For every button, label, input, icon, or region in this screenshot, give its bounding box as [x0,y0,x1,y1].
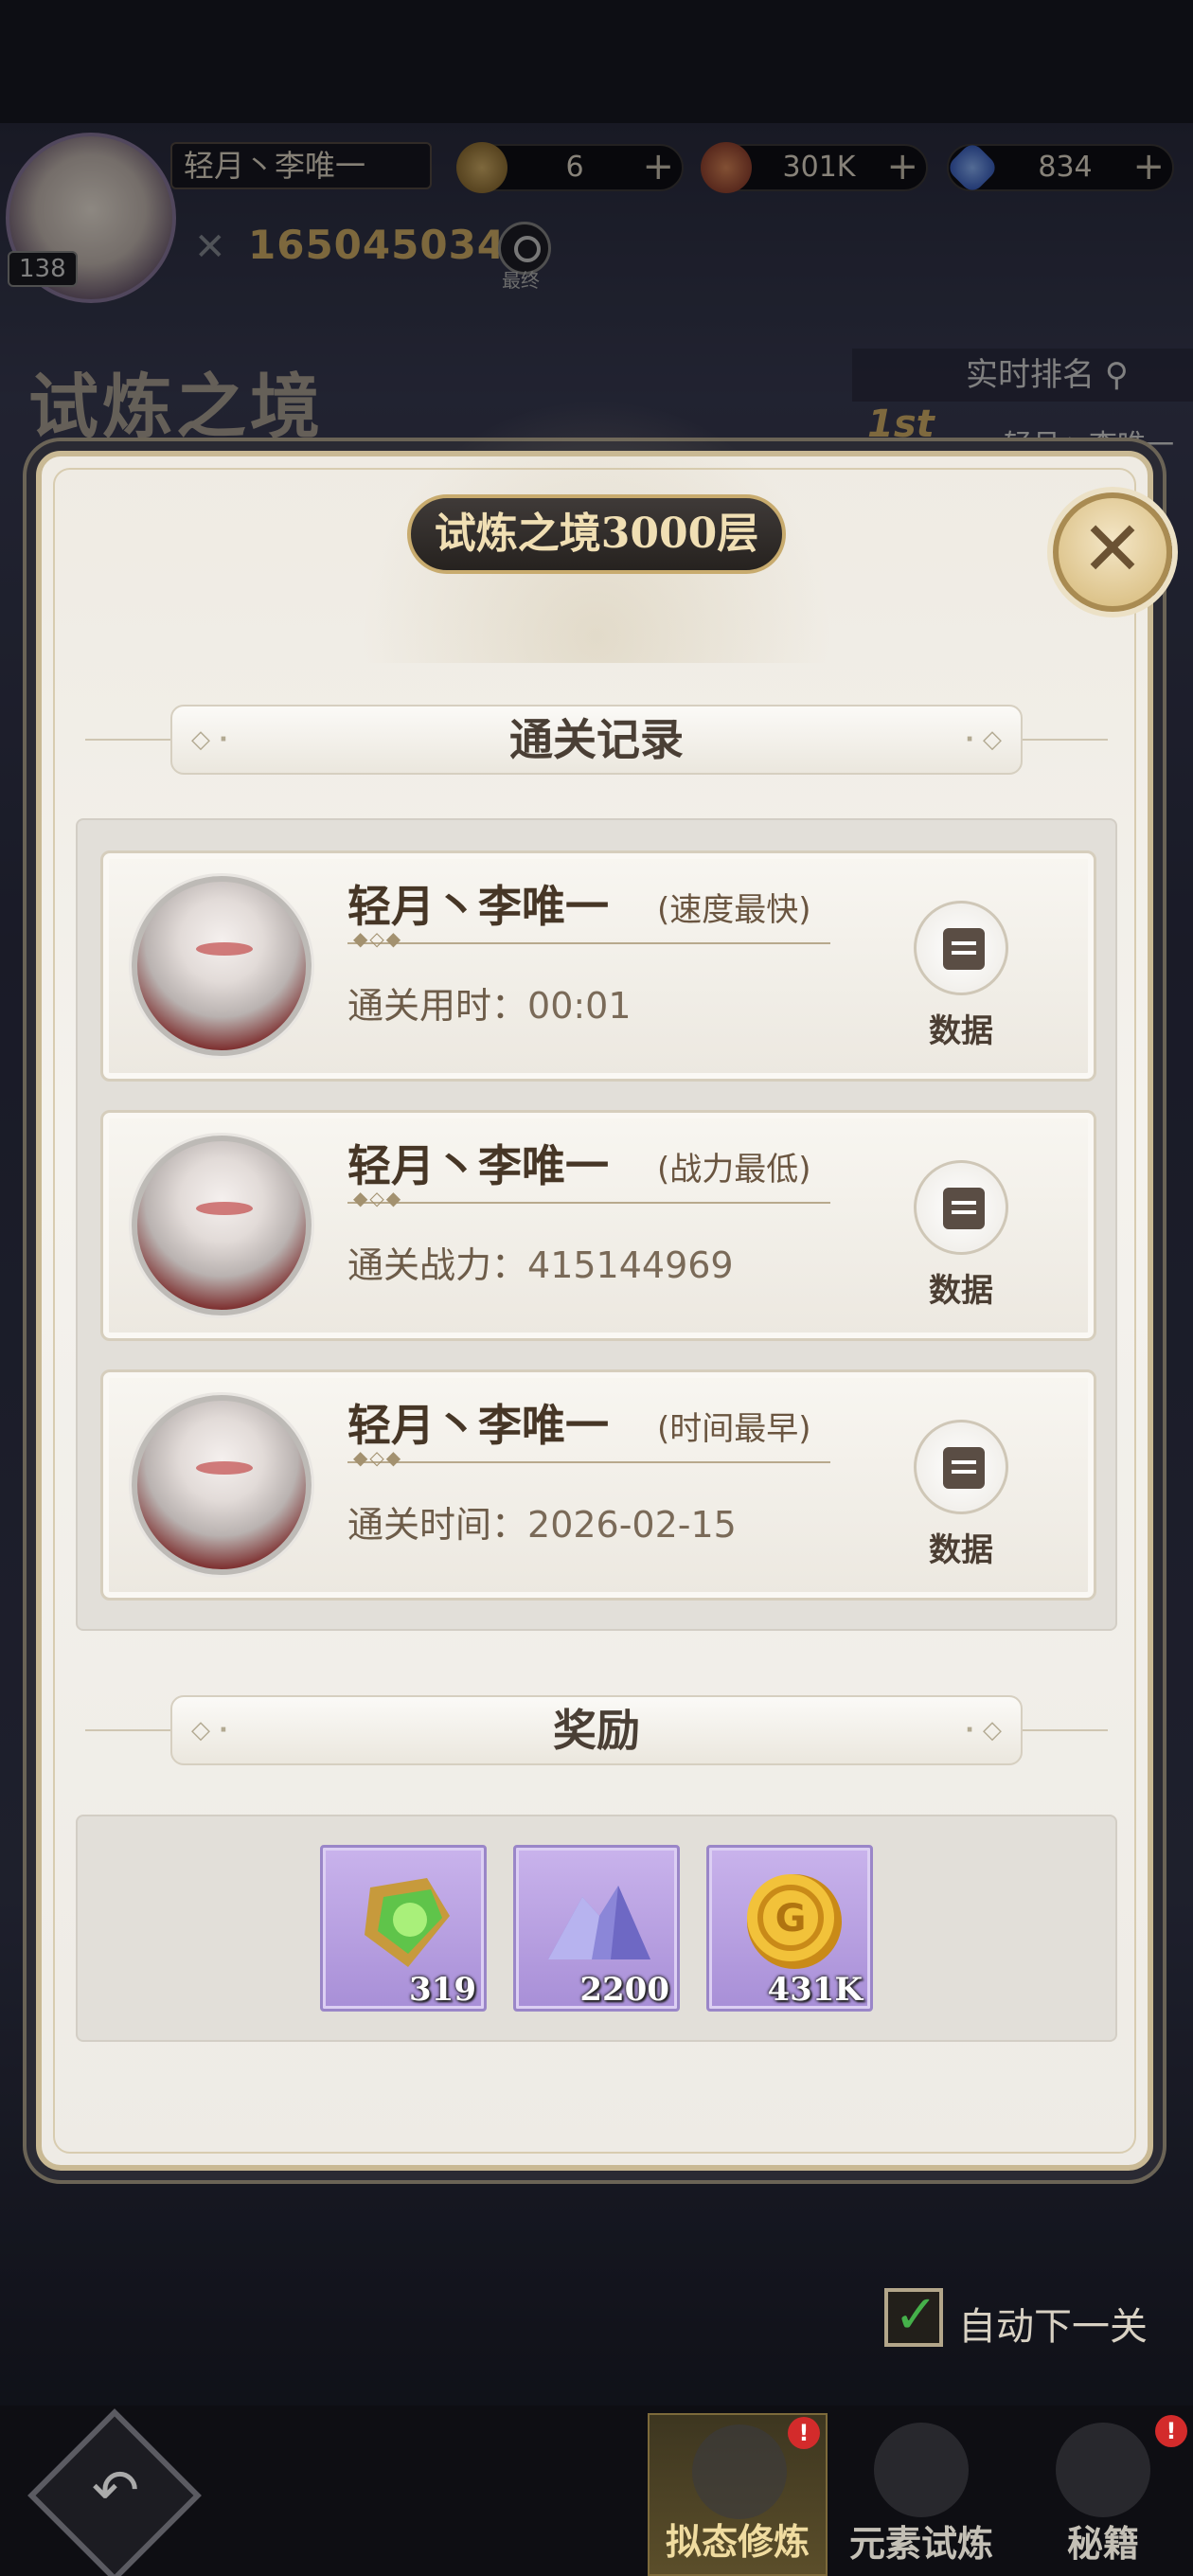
data-button[interactable] [914,1420,1008,1514]
player-portrait [132,1136,312,1315]
reward-qty: 431K [767,1971,863,2009]
auto-next-toggle[interactable]: 自动下一关 [884,2284,1193,2351]
record-info-label: 通关战力： [347,1244,528,1286]
auto-next-label: 自动下一关 [958,2305,1148,2349]
reward-qty: 319 [409,1971,476,2009]
data-label[interactable]: 数据 [914,1524,1008,1570]
svg-text:G: G [775,1897,807,1941]
back-arrow-icon: ↶ [91,2458,140,2524]
data-label[interactable]: 数据 [914,1264,1008,1311]
flask-icon [874,2423,969,2517]
records-list: 轻月丶李唯一 (速度最快) 通关用时：00:01 数据 轻月丶李唯一 (战力最低… [76,818,1117,1631]
record-tag: (速度最快) [657,891,811,929]
gold-coin-icon: G [747,1874,842,1969]
record-info: 通关时间：2026-02-15 [347,1495,737,1547]
record-info-value: 415144969 [527,1244,734,1286]
record-tag: (时间最早) [657,1410,811,1448]
record-info-label: 通关时间： [347,1504,528,1546]
record-card-earliest: 轻月丶李唯一 (时间最早) 通关时间：2026-02-15 数据 [100,1369,1096,1601]
record-info-value: 2026-02-15 [527,1504,737,1546]
ornament-divider [347,927,830,950]
document-icon [943,1188,985,1229]
alert-badge: ! [788,2417,820,2449]
auto-next-checkbox[interactable] [884,2284,943,2347]
close-button[interactable]: ✕ [1053,492,1172,612]
tab-label: 元素试炼 [848,2522,993,2565]
reward-item-gem[interactable]: 319 [320,1845,487,2012]
crystal-dust-icon [548,1886,650,1959]
reward-item-gold[interactable]: G 431K [706,1845,873,2012]
ornament-divider [347,1187,830,1209]
record-player-name: 轻月丶李唯一 [347,881,609,932]
tab-mimic-training[interactable]: 拟态修炼 ! [648,2413,828,2576]
record-info: 通关战力：415144969 [347,1236,734,1288]
document-icon [943,928,985,970]
mimic-training-icon [692,2424,787,2519]
dialog-title: 试炼之境3000层 [407,494,786,574]
record-info-label: 通关用时： [347,985,528,1027]
reward-qty: 2200 [579,1971,669,2009]
clear-records-header: 通关记录 [170,705,1023,775]
tab-secret-book[interactable]: 秘籍 ! [1013,2413,1193,2576]
record-player-name: 轻月丶李唯一 [347,1140,609,1191]
record-card-fastest: 轻月丶李唯一 (速度最快) 通关用时：00:01 数据 [100,850,1096,1082]
data-button[interactable] [914,1160,1008,1255]
data-label[interactable]: 数据 [914,1005,1008,1051]
rewards-panel: 319 2200 G 431K [76,1815,1117,2042]
ornament-divider [347,1446,830,1469]
tab-label: 秘籍 [1066,2522,1139,2565]
record-card-lowest-power: 轻月丶李唯一 (战力最低) 通关战力：415144969 数据 [100,1110,1096,1341]
data-button[interactable] [914,901,1008,995]
record-tag: (战力最低) [657,1151,811,1189]
tab-label: 拟态修炼 [665,2520,810,2563]
reward-item-crystal[interactable]: 2200 [513,1845,680,2012]
player-portrait [132,1395,312,1575]
green-gem-icon [365,1878,450,1967]
close-icon: ✕ [1080,505,1145,593]
book-icon [1056,2423,1150,2517]
record-info: 通关用时：00:01 [347,976,632,1029]
player-portrait [132,876,312,1056]
document-icon [943,1447,985,1489]
tab-element-trial[interactable]: 元素试炼 [831,2413,1011,2576]
record-player-name: 轻月丶李唯一 [347,1400,609,1451]
record-info-value: 00:01 [527,985,632,1027]
rewards-header: 奖励 [170,1695,1023,1765]
alert-badge: ! [1155,2415,1187,2447]
